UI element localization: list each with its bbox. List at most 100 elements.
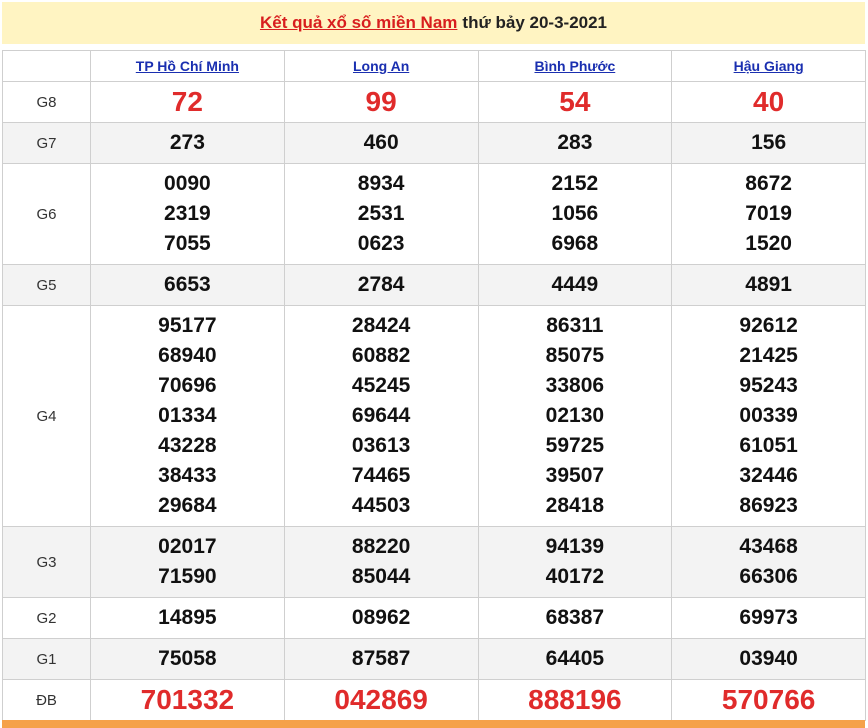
result-cell: 460 (283, 122, 479, 164)
result-number: 01334 (158, 404, 217, 427)
result-number: 28418 (545, 494, 605, 517)
result-cell: 99 (283, 81, 479, 123)
result-number: 03940 (739, 647, 798, 670)
result-cell: 92612 21425 95243 00339 61051 32446 86923 (671, 305, 866, 527)
result-cell: 570766 (671, 679, 866, 721)
result-number: 40 (753, 86, 785, 117)
province-header-row: TP Hồ Chí Minh Long An Bình Phước Hậu Gi… (2, 50, 866, 82)
result-cell: 86311 85075 33806 02130 59725 39507 28418 (477, 305, 673, 527)
result-number: 460 (363, 131, 399, 154)
result-number: 85075 (545, 344, 605, 367)
result-cell: 8934 2531 0623 (283, 163, 479, 265)
result-cell: 54 (477, 81, 673, 123)
result-number: 38433 (158, 464, 217, 487)
result-cell: 888196 (477, 679, 673, 721)
result-number: 29684 (158, 494, 217, 517)
prize-row: G5 6653 2784 4449 4891 (2, 264, 866, 306)
prize-row: G7 273 460 283 156 (2, 122, 866, 164)
province-link-long-an[interactable]: Long An (353, 58, 409, 74)
result-number: 2531 (357, 202, 405, 225)
result-number: 042869 (334, 684, 428, 715)
results-title-bar: Kết quả xổ số miền Nam thứ bảy 20-3-2021 (2, 2, 865, 44)
result-number: 4449 (551, 273, 599, 296)
province-link-hcm[interactable]: TP Hồ Chí Minh (136, 58, 239, 74)
prize-label: G1 (2, 638, 91, 680)
result-cell: 2784 (283, 264, 479, 306)
result-number: 64405 (545, 647, 605, 670)
result-number: 21425 (739, 344, 798, 367)
result-number: 61051 (739, 434, 798, 457)
result-number: 570766 (721, 684, 816, 715)
prize-label: G3 (2, 526, 91, 598)
result-number: 39507 (545, 464, 605, 487)
result-cell: 02017 71590 (90, 526, 285, 598)
result-cell: 4449 (477, 264, 673, 306)
prize-label: ĐB (2, 679, 91, 721)
results-title-link[interactable]: Kết quả xổ số miền Nam (260, 13, 457, 33)
result-cell: 4891 (671, 264, 866, 306)
result-cell: 64405 (477, 638, 673, 680)
prize-row: G3 02017 71590 88220 85044 94139 40172 43468 663… (2, 526, 866, 598)
result-number: 69973 (739, 606, 798, 629)
province-header: Hậu Giang (671, 50, 866, 82)
result-number: 32446 (739, 464, 798, 487)
result-cell: 43468 66306 (671, 526, 866, 598)
result-number: 40172 (545, 565, 605, 588)
province-link-binh-phuoc[interactable]: Bình Phước (534, 58, 615, 74)
result-number: 7055 (164, 232, 211, 255)
result-number: 99 (365, 86, 397, 117)
prize-label: G5 (2, 264, 91, 306)
result-number: 28424 (351, 314, 411, 337)
result-number: 75058 (158, 647, 217, 670)
prize-row: G6 0090 2319 7055 8934 2531 0623 2152 1056 6968 86… (2, 163, 866, 265)
result-number: 95177 (158, 314, 217, 337)
prize-row: G4 95177 68940 70696 01334 43228 38433 29684 284… (2, 305, 866, 527)
result-cell: 03940 (671, 638, 866, 680)
result-cell: 6653 (90, 264, 285, 306)
result-number: 87587 (351, 647, 411, 670)
result-cell: 0090 2319 7055 (90, 163, 285, 265)
result-number: 33806 (545, 374, 605, 397)
province-header: Long An (283, 50, 479, 82)
result-cell: 68387 (477, 597, 673, 639)
result-number: 95243 (739, 374, 798, 397)
result-cell: 28424 60882 45245 69644 03613 74465 44503 (283, 305, 479, 527)
result-number: 88220 (351, 535, 411, 558)
result-number: 8672 (745, 172, 792, 195)
result-number: 85044 (351, 565, 411, 588)
lottery-results-page: Kết quả xổ số miền Nam thứ bảy 20-3-2021… (0, 0, 868, 728)
result-number: 4891 (745, 273, 792, 296)
result-number: 92612 (739, 314, 798, 337)
result-cell: 40 (671, 81, 866, 123)
result-number: 43468 (739, 535, 798, 558)
result-number: 0623 (357, 232, 405, 255)
result-number: 69644 (351, 404, 411, 427)
result-cell: 08962 (283, 597, 479, 639)
prize-label: G8 (2, 81, 91, 123)
prize-row: G2 14895 08962 68387 69973 (2, 597, 866, 639)
result-number: 00339 (739, 404, 798, 427)
result-number: 54 (559, 86, 591, 117)
result-number: 0090 (164, 172, 211, 195)
prize-row: ĐB 701332 042869 888196 570766 (2, 679, 866, 721)
result-number: 43228 (158, 434, 217, 457)
result-number: 66306 (739, 565, 798, 588)
result-cell: 701332 (90, 679, 285, 721)
province-link-hau-giang[interactable]: Hậu Giang (734, 58, 804, 74)
result-cell: 283 (477, 122, 673, 164)
result-number: 02017 (158, 535, 217, 558)
results-table: TP Hồ Chí Minh Long An Bình Phước Hậu Gi… (2, 50, 866, 721)
header-empty-cell (2, 50, 91, 82)
result-number: 74465 (351, 464, 411, 487)
result-cell: 14895 (90, 597, 285, 639)
result-cell: 042869 (283, 679, 479, 721)
bottom-accent-strip (2, 720, 865, 728)
result-number: 14895 (158, 606, 217, 629)
result-number: 86311 (546, 314, 604, 337)
prize-label: G4 (2, 305, 91, 527)
result-number: 94139 (545, 535, 605, 558)
result-cell: 2152 1056 6968 (477, 163, 673, 265)
results-title-date: thứ bảy 20-3-2021 (462, 13, 608, 32)
result-number: 283 (557, 131, 593, 154)
result-number: 68387 (545, 606, 605, 629)
